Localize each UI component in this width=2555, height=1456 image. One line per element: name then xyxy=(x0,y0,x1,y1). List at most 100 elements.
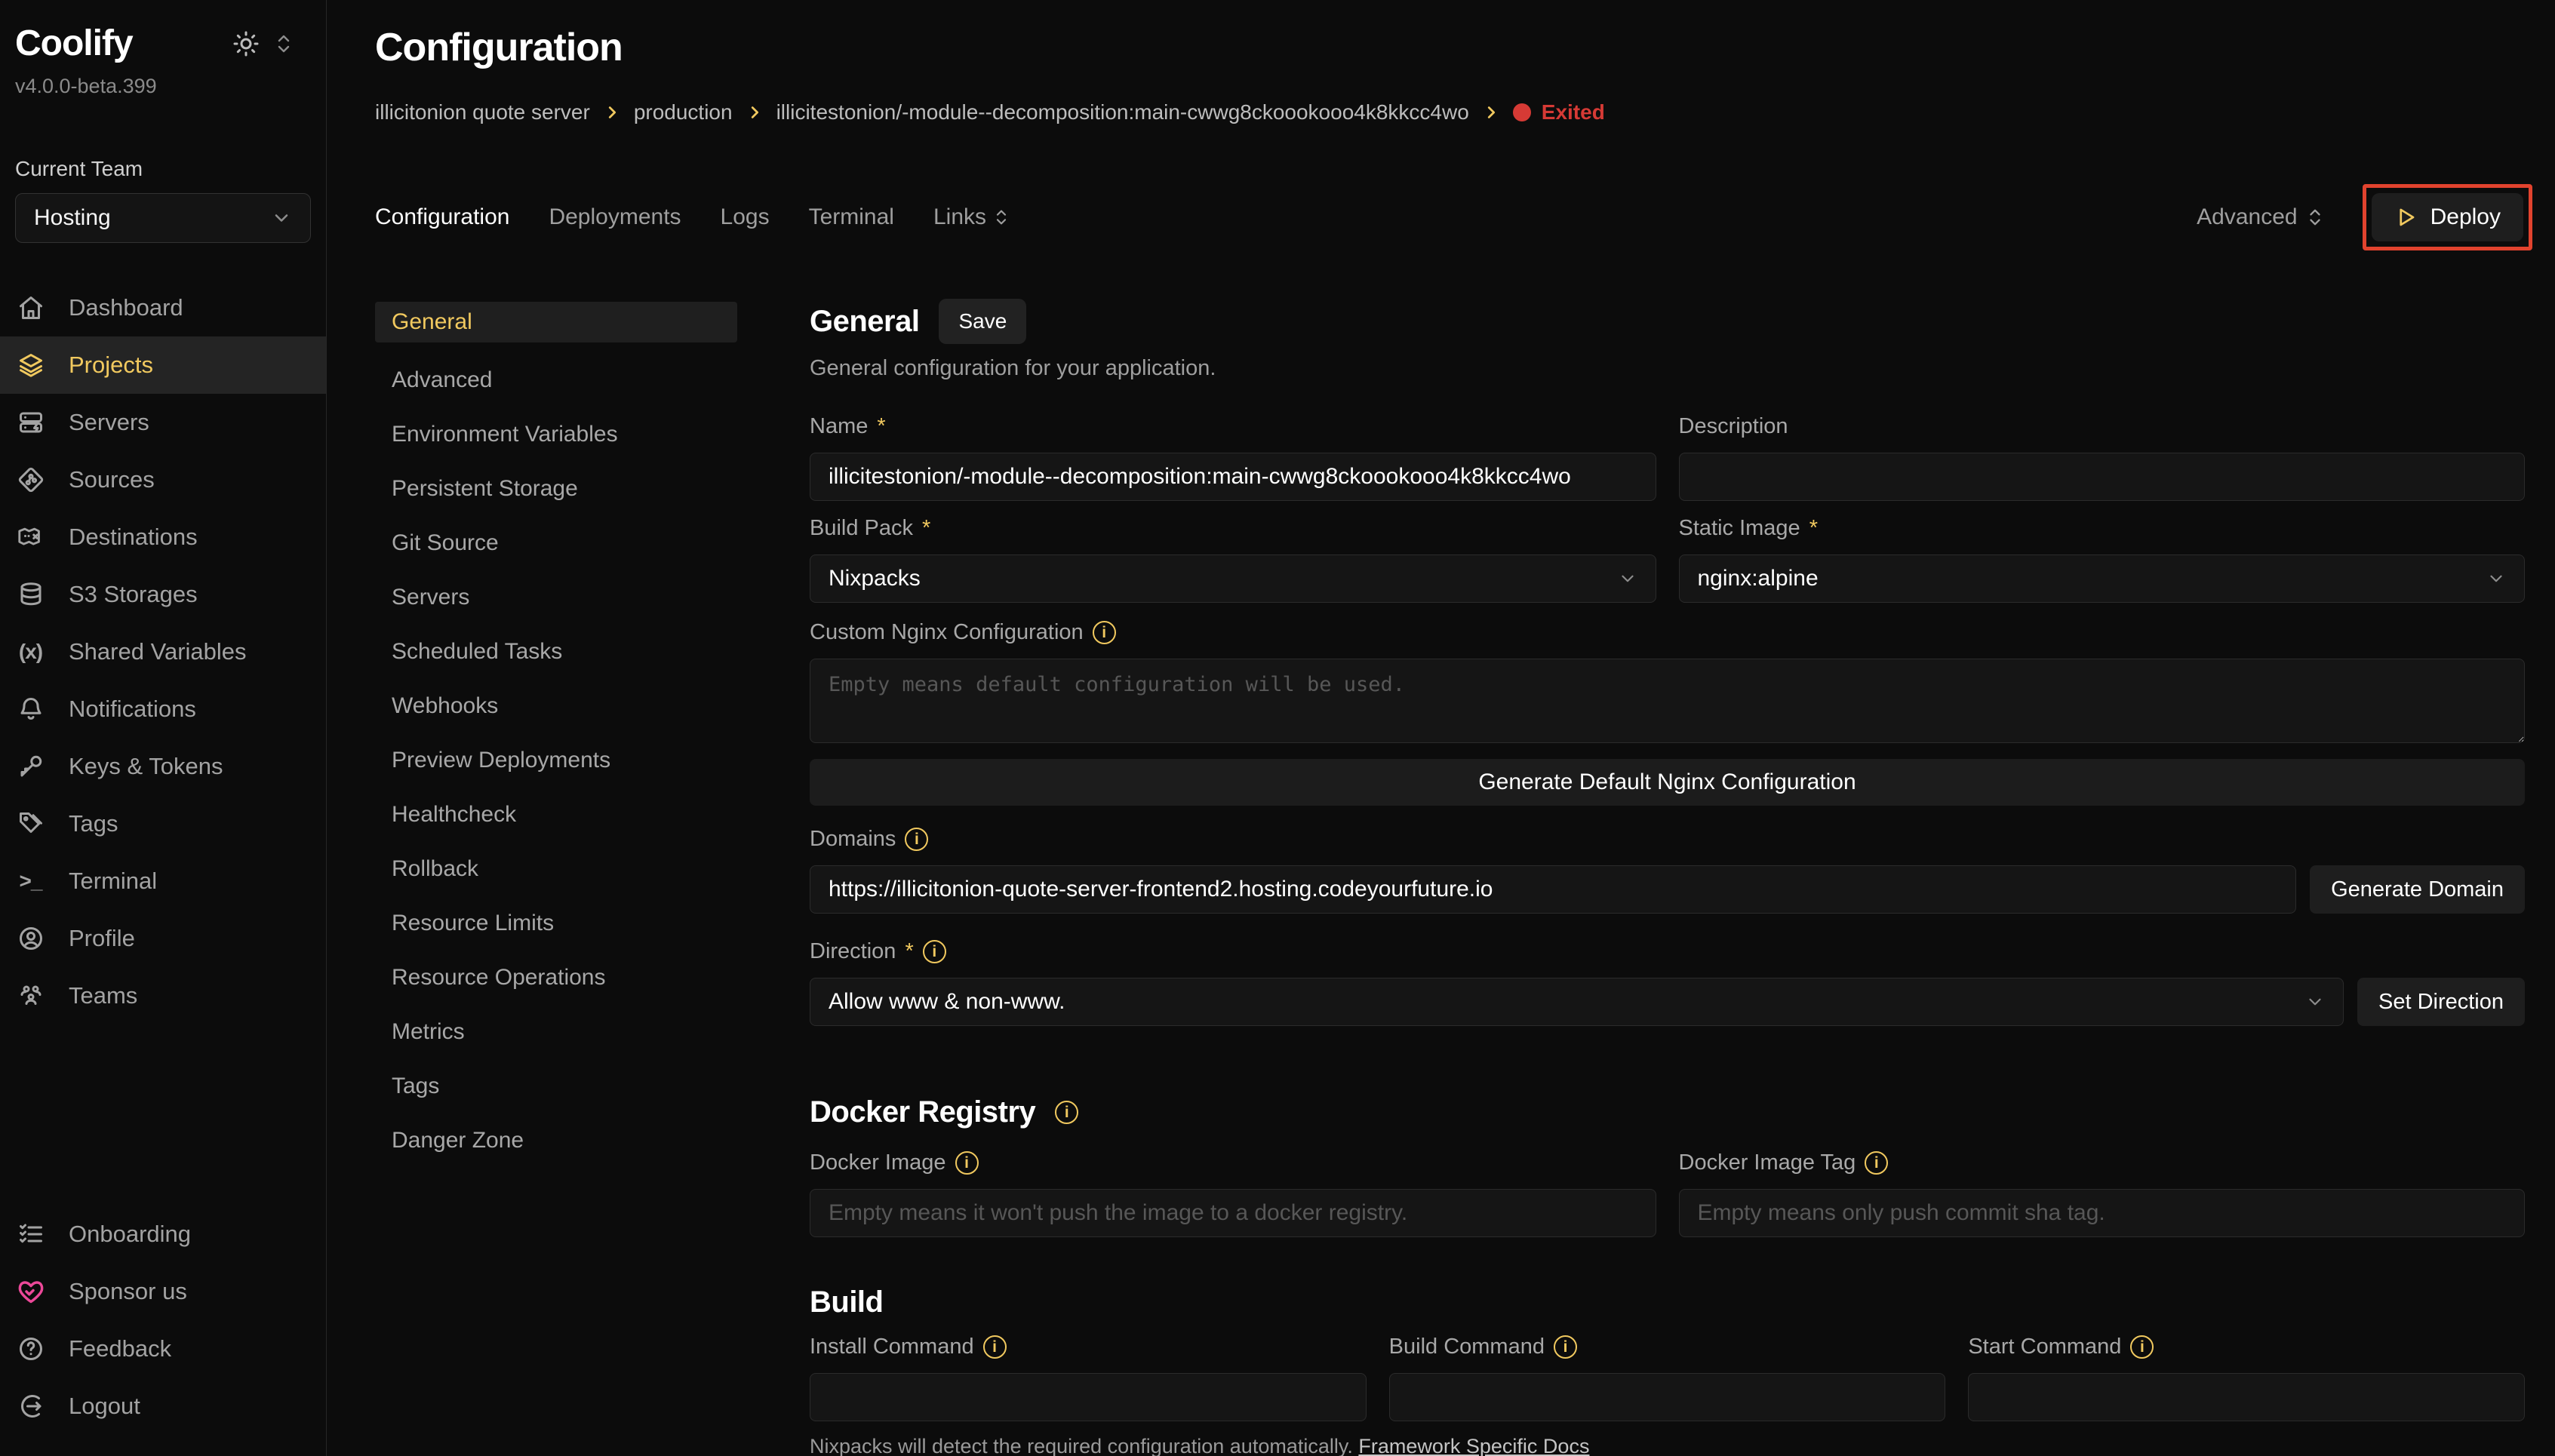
tab-logs[interactable]: Logs xyxy=(721,204,770,230)
tab-deployments[interactable]: Deployments xyxy=(549,204,681,230)
sidebar-footer-menu: Onboarding Sponsor us Feedback Logout xyxy=(0,1206,326,1435)
subnav-item-git-source[interactable]: Git Source xyxy=(375,516,737,570)
generate-domain-button[interactable]: Generate Domain xyxy=(2310,865,2525,914)
sidebar-item-tags[interactable]: Tags xyxy=(0,795,326,852)
subnav-item-webhooks[interactable]: Webhooks xyxy=(375,679,737,733)
advanced-label: Advanced xyxy=(2197,204,2297,230)
sidebar-item-label: Sponsor us xyxy=(69,1278,187,1305)
status-dot-icon xyxy=(1513,103,1531,121)
info-icon[interactable]: i xyxy=(923,940,946,963)
chevron-down-icon xyxy=(271,207,292,229)
sidebar-item-notifications[interactable]: Notifications xyxy=(0,680,326,738)
set-direction-button[interactable]: Set Direction xyxy=(2357,978,2525,1026)
sidebar-item-feedback[interactable]: Feedback xyxy=(0,1320,326,1378)
info-icon[interactable]: i xyxy=(905,828,928,851)
chevron-right-icon xyxy=(746,104,763,121)
sidebar-item-servers[interactable]: Servers xyxy=(0,394,326,451)
heart-icon xyxy=(17,1278,45,1306)
info-icon[interactable]: i xyxy=(1093,621,1116,644)
sidebar-item-profile[interactable]: Profile xyxy=(0,910,326,967)
theme-sun-icon[interactable] xyxy=(232,30,260,57)
sidebar-item-terminal[interactable]: >_ Terminal xyxy=(0,852,326,910)
current-team-label: Current Team xyxy=(0,157,326,181)
sidebar-item-onboarding[interactable]: Onboarding xyxy=(0,1206,326,1263)
subnav-item-healthcheck[interactable]: Healthcheck xyxy=(375,788,737,842)
install-command-input[interactable] xyxy=(810,1373,1367,1421)
save-button[interactable]: Save xyxy=(939,299,1026,344)
generate-nginx-button[interactable]: Generate Default Nginx Configuration xyxy=(810,759,2525,806)
docker-image-input[interactable] xyxy=(810,1189,1656,1237)
subnav-item-advanced[interactable]: Advanced xyxy=(375,353,737,407)
subnav-item-environment-variables[interactable]: Environment Variables xyxy=(375,407,737,462)
subnav-item-scheduled-tasks[interactable]: Scheduled Tasks xyxy=(375,625,737,679)
static-image-value: nginx:alpine xyxy=(1698,566,1819,591)
build-command-input[interactable] xyxy=(1389,1373,1946,1421)
tab-links[interactable]: Links xyxy=(933,204,1009,230)
config-subnav: General Advanced Environment Variables P… xyxy=(375,299,737,1456)
subnav-item-resource-operations[interactable]: Resource Operations xyxy=(375,951,737,1005)
tag-icon xyxy=(17,810,45,838)
subnav-item-general[interactable]: General xyxy=(375,302,737,342)
subnav-item-danger-zone[interactable]: Danger Zone xyxy=(375,1114,737,1168)
toolbar-right: Advanced Deploy xyxy=(2197,184,2532,250)
status-badge: Exited xyxy=(1513,100,1605,124)
framework-docs-link[interactable]: Framework Specific Docs xyxy=(1358,1435,1589,1456)
sidebar-item-sponsor[interactable]: Sponsor us xyxy=(0,1263,326,1320)
sidebar-item-sources[interactable]: Sources xyxy=(0,451,326,508)
sidebar-item-label: Terminal xyxy=(69,868,157,895)
build-pack-select[interactable]: Nixpacks xyxy=(810,554,1656,603)
sidebar-item-keys-tokens[interactable]: Keys & Tokens xyxy=(0,738,326,795)
bell-icon xyxy=(17,696,45,723)
description-label: Description xyxy=(1679,414,2526,439)
key-icon xyxy=(17,753,45,781)
subnav-item-servers[interactable]: Servers xyxy=(375,570,737,625)
sidebar-item-teams[interactable]: Teams xyxy=(0,967,326,1024)
subnav-item-metrics[interactable]: Metrics xyxy=(375,1005,737,1059)
tab-links-label: Links xyxy=(933,204,986,230)
help-circle-icon xyxy=(17,1335,45,1363)
start-command-input[interactable] xyxy=(1968,1373,2525,1421)
team-select[interactable]: Hosting xyxy=(15,193,311,243)
chevron-down-icon xyxy=(1618,569,1637,588)
subnav-item-rollback[interactable]: Rollback xyxy=(375,842,737,896)
breadcrumb-project[interactable]: illicitonion quote server xyxy=(375,100,590,124)
tab-configuration[interactable]: Configuration xyxy=(375,204,509,230)
advanced-dropdown[interactable]: Advanced xyxy=(2197,204,2323,230)
tab-terminal[interactable]: Terminal xyxy=(809,204,894,230)
description-input[interactable] xyxy=(1679,453,2526,501)
team-select-value: Hosting xyxy=(34,205,111,231)
subnav-item-persistent-storage[interactable]: Persistent Storage xyxy=(375,462,737,516)
subnav-item-preview-deployments[interactable]: Preview Deployments xyxy=(375,733,737,788)
docker-image-tag-input[interactable] xyxy=(1679,1189,2526,1237)
info-icon[interactable]: i xyxy=(1055,1101,1078,1124)
required-marker xyxy=(1809,516,1818,541)
direction-select[interactable]: Allow www & non-www. xyxy=(810,978,2344,1026)
info-icon[interactable]: i xyxy=(1865,1151,1888,1175)
sidebar-item-s3-storages[interactable]: S3 Storages xyxy=(0,566,326,623)
breadcrumb-environment[interactable]: production xyxy=(634,100,733,124)
sidebar-item-dashboard[interactable]: Dashboard xyxy=(0,279,326,336)
deploy-button[interactable]: Deploy xyxy=(2372,193,2523,241)
domains-input[interactable] xyxy=(810,865,2296,914)
required-marker xyxy=(905,939,913,964)
info-icon[interactable]: i xyxy=(1554,1335,1577,1359)
info-icon[interactable]: i xyxy=(2130,1335,2154,1359)
theme-selector-chevrons-icon[interactable] xyxy=(275,33,293,54)
subnav-item-tags[interactable]: Tags xyxy=(375,1059,737,1114)
sidebar-item-shared-variables[interactable]: (x) Shared Variables xyxy=(0,623,326,680)
chevron-down-icon xyxy=(2486,569,2506,588)
sidebar-item-destinations[interactable]: Destinations xyxy=(0,508,326,566)
logout-icon xyxy=(17,1393,45,1421)
info-icon[interactable]: i xyxy=(955,1151,979,1175)
info-icon[interactable]: i xyxy=(983,1335,1007,1359)
name-input[interactable] xyxy=(810,453,1656,501)
custom-nginx-textarea[interactable] xyxy=(810,659,2525,743)
static-image-select[interactable]: nginx:alpine xyxy=(1679,554,2526,603)
sidebar-item-logout[interactable]: Logout xyxy=(0,1378,326,1435)
sidebar-item-label: Logout xyxy=(69,1393,140,1420)
sidebar-item-projects[interactable]: Projects xyxy=(0,336,326,394)
breadcrumb-application[interactable]: illicitestonion/-module--decomposition:m… xyxy=(776,100,1469,124)
sidebar-item-label: Feedback xyxy=(69,1335,171,1362)
subnav-item-resource-limits[interactable]: Resource Limits xyxy=(375,896,737,951)
deploy-label: Deploy xyxy=(2430,204,2501,230)
